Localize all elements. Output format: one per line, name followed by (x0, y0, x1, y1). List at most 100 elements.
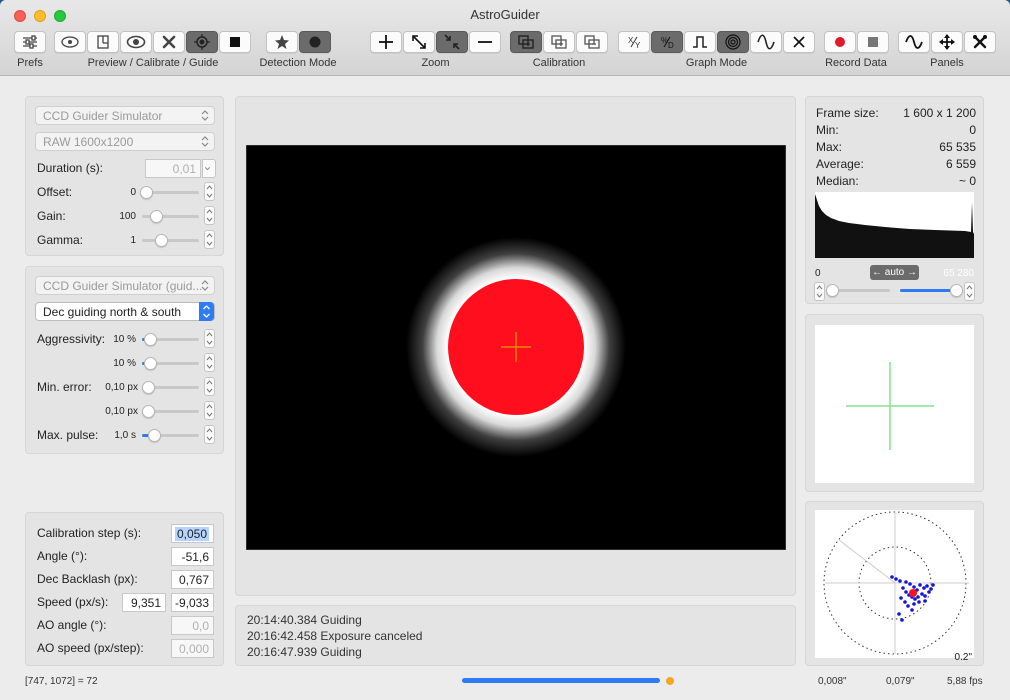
calibrate-cross-button[interactable] (153, 31, 185, 53)
stepper-arrows-icon (816, 285, 823, 298)
histogram-low-slider-knob[interactable] (826, 284, 839, 297)
panel-move-button[interactable] (931, 31, 963, 53)
graph-xy-button[interactable]: XY (618, 31, 650, 53)
angle-field[interactable]: -51,6 (171, 547, 214, 566)
rms-dec-value: 0,079" (886, 676, 915, 687)
speed-dec-field[interactable]: -9,033 (171, 593, 214, 612)
guide-camera-image[interactable] (246, 145, 786, 550)
histogram-high-stepper[interactable] (964, 282, 975, 301)
angle-label: Angle (°): (37, 549, 88, 563)
aggr-dec-slider-knob[interactable] (144, 357, 157, 370)
toolbar-label-preview: Preview / Calibrate / Guide (87, 57, 219, 69)
titlebar: AstroGuider X Y % D Prefs Preview / Cali… (0, 0, 1010, 76)
backlash-field[interactable]: 0,767 (171, 570, 214, 589)
window-title: AstroGuider (470, 7, 540, 22)
stop-square-icon (230, 37, 240, 47)
histogram-low-stepper[interactable] (814, 282, 825, 301)
zoom-fit-button[interactable] (403, 31, 435, 53)
toolbar-label-calibration: Calibration (532, 57, 586, 69)
speed-ra-field[interactable]: 9,351 (122, 593, 166, 612)
camera-mode-popup[interactable]: RAW 1600x1200 (35, 132, 215, 151)
image-panel (235, 96, 796, 596)
guider-device-label: CCD Guider Simulator (guid... (43, 279, 203, 293)
ao-angle-field[interactable]: 0,0 (171, 616, 214, 635)
max-pulse-stepper[interactable] (204, 425, 215, 444)
duration-field[interactable]: 0,01 (145, 159, 201, 178)
histogram-high-value: 65 280 (943, 268, 974, 279)
speed-label: Speed (px/s): (37, 595, 109, 609)
ao-speed-field[interactable]: 0,000 (171, 639, 214, 658)
graph-target-button[interactable] (717, 31, 749, 53)
min-err-dec-slider-knob[interactable] (142, 405, 155, 418)
aggr-ra-slider-knob[interactable] (144, 333, 157, 346)
bullseye-icon (725, 34, 741, 50)
calibration-panel: Calibration step (s): 0,050 Angle (°): -… (25, 512, 224, 666)
calibrate-button[interactable] (87, 31, 119, 53)
min-err-dec-stepper[interactable] (204, 401, 215, 420)
graph-sine-button[interactable] (750, 31, 782, 53)
dec-mode-popup[interactable]: Dec guiding north & south (35, 302, 215, 321)
overlap-squares-plus-icon (551, 35, 567, 49)
calibration-step-field[interactable]: 0,050 (171, 524, 214, 543)
detection-disk-button[interactable] (299, 31, 331, 53)
toolbar-label-detection: Detection Mode (259, 57, 337, 69)
graph-percent-button[interactable]: % D (651, 31, 683, 53)
min-label: Min: (816, 123, 839, 137)
guide-button[interactable] (186, 31, 218, 53)
average-label: Average: (816, 157, 864, 171)
calibration-mode-1-button[interactable] (510, 31, 542, 53)
stepper-arrows-icon (206, 209, 213, 222)
gamma-stepper[interactable] (204, 230, 215, 249)
gamma-slider-track[interactable] (142, 239, 199, 242)
camera-device-label: CCD Guider Simulator (43, 109, 163, 123)
aggressivity-label: Aggressivity: (37, 332, 106, 346)
offset-stepper[interactable] (204, 182, 215, 201)
overlap-squares-minus-icon (584, 35, 600, 49)
min-err-ra-stepper[interactable] (204, 377, 215, 396)
prefs-button[interactable] (14, 31, 46, 53)
min-value: 0 (969, 123, 976, 137)
stop-button[interactable] (219, 31, 251, 53)
min-err-ra-slider-knob[interactable] (142, 381, 155, 394)
graph-pulse-button[interactable] (684, 31, 716, 53)
zoom-in-button[interactable] (370, 31, 402, 53)
xy-ratio-icon: XY (628, 36, 641, 50)
duration-combo-button[interactable] (202, 159, 216, 178)
camera-device-popup[interactable]: CCD Guider Simulator (35, 106, 215, 125)
offset-label: Offset: (37, 185, 73, 199)
ao-speed-label: AO speed (px/step): (37, 641, 144, 655)
histogram-auto-button[interactable]: ← auto → (870, 265, 919, 280)
calibration-mode-3-button[interactable] (576, 31, 608, 53)
stepper-arrows-icon (206, 185, 213, 198)
preview-button[interactable] (54, 31, 86, 53)
record-stop-button[interactable] (857, 31, 889, 53)
aggr-dec-stepper[interactable] (204, 353, 215, 372)
toolbar-label-graph: Graph Mode (685, 57, 748, 69)
panel-tools-button[interactable] (964, 31, 996, 53)
gain-label: Gain: (37, 209, 66, 223)
record-button[interactable] (824, 31, 856, 53)
zoom-actual-button[interactable] (436, 31, 468, 53)
graph-clear-button[interactable] (783, 31, 815, 53)
guide-preview-button[interactable] (120, 31, 152, 53)
zoom-out-button[interactable] (469, 31, 501, 53)
detection-star-button[interactable] (266, 31, 298, 53)
panel-graph-button[interactable] (898, 31, 930, 53)
calibration-mode-2-button[interactable] (543, 31, 575, 53)
min-err-dec-value: 0,10 px (105, 406, 138, 417)
stepper-arrows-icon (206, 380, 213, 393)
overlap-squares-icon (518, 35, 534, 49)
max-pulse-slider-knob[interactable] (148, 429, 161, 442)
gain-slider-knob[interactable] (150, 210, 163, 223)
gamma-slider-knob[interactable] (155, 234, 168, 247)
offset-slider-knob[interactable] (140, 186, 153, 199)
aggr-ra-stepper[interactable] (204, 329, 215, 348)
camera-panel: CCD Guider Simulator RAW 1600x1200 Durat… (25, 96, 224, 256)
chevron-down-icon (204, 167, 211, 171)
move-arrows-icon (939, 34, 955, 50)
frame-size-label: Frame size: (816, 106, 879, 120)
guiding-scatter-plot (815, 510, 974, 658)
gain-stepper[interactable] (204, 206, 215, 225)
guider-device-popup[interactable]: CCD Guider Simulator (guid... (35, 276, 215, 295)
histogram-high-slider-knob[interactable] (950, 284, 963, 297)
